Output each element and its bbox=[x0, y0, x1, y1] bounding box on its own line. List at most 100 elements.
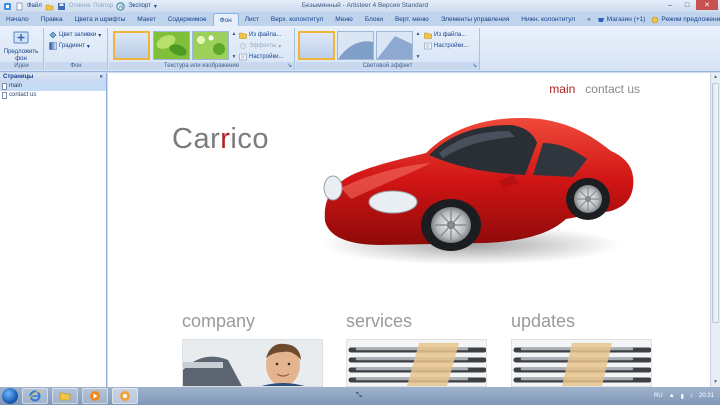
nav-item-main[interactable]: main bbox=[549, 82, 575, 96]
glow-settings-button[interactable]: Настройки... bbox=[424, 42, 468, 50]
gradient-button[interactable]: Градиент ▾ bbox=[49, 42, 90, 50]
tabs-more-button[interactable]: « bbox=[581, 13, 597, 26]
suggestions-mode-button[interactable]: Режим предложений bbox=[659, 13, 720, 26]
group-ideas: Предложить фон Идеи bbox=[0, 28, 44, 70]
export-menu[interactable]: Экспорт bbox=[128, 3, 151, 9]
app-icon[interactable] bbox=[3, 2, 12, 11]
maximize-button[interactable]: □ bbox=[679, 0, 695, 10]
texture-settings-label: Настройки... bbox=[249, 54, 284, 60]
page-item-contact-us[interactable]: contact us bbox=[0, 91, 106, 100]
minimize-button[interactable]: – bbox=[662, 0, 678, 10]
section-title-company: company bbox=[182, 311, 256, 331]
dialog-launcher-icon[interactable]: ↘ bbox=[472, 62, 477, 70]
site-logo[interactable]: Carrico bbox=[172, 123, 269, 156]
taskbar-explorer-button[interactable] bbox=[52, 388, 78, 404]
tab-edit[interactable]: Правка bbox=[35, 13, 69, 26]
scroll-up-icon[interactable]: ▲ bbox=[232, 31, 237, 37]
file-menu[interactable]: Файл bbox=[27, 3, 42, 9]
texture-effects-button[interactable]: Эффекты ▾ bbox=[239, 42, 281, 50]
section-title-services: services bbox=[346, 311, 413, 331]
new-file-icon[interactable] bbox=[15, 2, 24, 11]
suggest-background-button[interactable]: Предложить фон bbox=[2, 30, 40, 63]
page-item-main[interactable]: main bbox=[0, 82, 106, 91]
taskbar-artisteer-button[interactable] bbox=[112, 388, 138, 404]
tab-sheet[interactable]: Лист bbox=[239, 13, 265, 26]
tab-header[interactable]: Верх. колонтитул bbox=[265, 13, 329, 26]
close-button[interactable]: ✕ bbox=[696, 0, 718, 10]
canvas-vertical-scrollbar[interactable]: ▲ ▼ bbox=[710, 73, 720, 387]
texture-thumbnail-leaves[interactable] bbox=[153, 31, 190, 60]
glow-from-file-label: Из файла... bbox=[434, 32, 467, 38]
shop-button[interactable]: Магазин (+1) bbox=[605, 13, 652, 26]
tab-vertical-menu[interactable]: Верт. меню bbox=[389, 13, 435, 26]
clock[interactable]: 20:31 bbox=[699, 393, 714, 399]
folder-icon bbox=[424, 32, 432, 39]
texture-settings-button[interactable]: Настройки... bbox=[239, 53, 283, 61]
svg-text:W: W bbox=[119, 4, 124, 10]
qat-dropdown-icon[interactable]: ▾ bbox=[154, 3, 157, 10]
services-image bbox=[346, 339, 487, 387]
folder-icon bbox=[59, 392, 71, 401]
scroll-down-icon[interactable]: ▼ bbox=[416, 54, 421, 60]
logo-text-end: ico bbox=[230, 123, 269, 155]
dropdown-arrow-icon: ▾ bbox=[278, 43, 282, 50]
undo-button[interactable]: Отмена bbox=[69, 3, 91, 9]
ribbon: Предложить фон Идеи Цвет заливки ▾ Градие… bbox=[0, 26, 720, 72]
group-texture: ▲ ▼ Из файла... Эффекты ▾ Настройки... Тек… bbox=[109, 28, 295, 70]
glow-thumbnail-3[interactable] bbox=[376, 31, 413, 60]
scroll-up-arrow-icon[interactable]: ▲ bbox=[711, 73, 720, 82]
language-indicator[interactable]: RU bbox=[654, 393, 663, 399]
scroll-down-icon[interactable]: ▼ bbox=[232, 54, 237, 60]
tab-controls[interactable]: Элементы управления bbox=[435, 13, 515, 26]
group-background: Цвет заливки ▾ Градиент ▾ Фон bbox=[45, 28, 108, 70]
red-sports-car-image bbox=[321, 117, 634, 265]
group-glow-effect: ▲ ▼ Из файла... Настройки... Световой эфф… bbox=[296, 28, 480, 70]
collapse-panel-button[interactable]: « bbox=[100, 73, 103, 82]
volume-icon[interactable]: ♪ bbox=[690, 393, 693, 399]
tray-expand-icon[interactable]: ▲ bbox=[669, 393, 675, 399]
internet-explorer-icon bbox=[29, 390, 41, 402]
page-item-label: contact us bbox=[9, 92, 37, 98]
taskbar-media-player-button[interactable] bbox=[82, 388, 108, 404]
texture-thumbnail-green[interactable] bbox=[192, 31, 229, 60]
open-folder-icon[interactable] bbox=[45, 2, 54, 11]
media-player-icon bbox=[90, 391, 100, 401]
redo-button[interactable]: Повтор bbox=[93, 3, 113, 9]
taskbar-ie-button[interactable] bbox=[22, 388, 48, 404]
nav-item-contact-us[interactable]: contact us bbox=[585, 82, 640, 96]
tab-content[interactable]: Содержимое bbox=[162, 13, 213, 26]
texture-thumbnail-plain[interactable] bbox=[113, 31, 150, 60]
tab-blocks[interactable]: Блоки bbox=[359, 13, 389, 26]
updates-image bbox=[511, 339, 652, 387]
glow-thumbnail-1[interactable] bbox=[298, 31, 335, 60]
glow-thumbnail-2[interactable] bbox=[337, 31, 374, 60]
save-icon[interactable] bbox=[57, 2, 66, 11]
wordpress-icon[interactable]: W bbox=[116, 1, 125, 11]
tab-colors-fonts[interactable]: Цвета и шрифты bbox=[69, 13, 132, 26]
page-icon bbox=[2, 83, 7, 90]
fill-color-button[interactable]: Цвет заливки ▾ bbox=[49, 31, 101, 39]
effects-icon bbox=[239, 42, 247, 50]
texture-from-file-button[interactable]: Из файла... bbox=[239, 31, 281, 39]
tab-menu[interactable]: Меню bbox=[329, 13, 359, 26]
texture-gallery-scroll[interactable]: ▲ ▼ bbox=[231, 31, 237, 60]
group-label-ideas: Идеи bbox=[0, 62, 43, 70]
tab-layout[interactable]: Макет bbox=[131, 13, 161, 26]
window-title: Безымянный - Artisteer 4 Версия Standard bbox=[301, 2, 429, 9]
dialog-launcher-icon[interactable]: ↘ bbox=[287, 62, 292, 70]
start-button[interactable] bbox=[2, 388, 18, 404]
glow-gallery-scroll[interactable]: ▲ ▼ bbox=[415, 31, 421, 60]
scroll-up-icon[interactable]: ▲ bbox=[416, 31, 421, 37]
network-icon[interactable]: ▮ bbox=[681, 393, 684, 400]
group-label-texture: Текстура или изображение ↘ bbox=[109, 62, 294, 70]
window-controls: – □ ✕ bbox=[662, 0, 718, 10]
site-nav-menu: main contact us bbox=[549, 82, 640, 96]
scrollbar-thumb[interactable] bbox=[712, 83, 719, 323]
tab-background[interactable]: Фон bbox=[212, 13, 239, 26]
folder-icon bbox=[239, 32, 247, 39]
glow-from-file-button[interactable]: Из файла... bbox=[424, 31, 466, 39]
tab-home[interactable]: Начало bbox=[0, 13, 35, 26]
design-canvas[interactable]: main contact us Carrico company services… bbox=[108, 73, 710, 387]
scroll-down-arrow-icon[interactable]: ▼ bbox=[711, 378, 720, 387]
tab-footer[interactable]: Нижн. колонтитул bbox=[515, 13, 581, 26]
